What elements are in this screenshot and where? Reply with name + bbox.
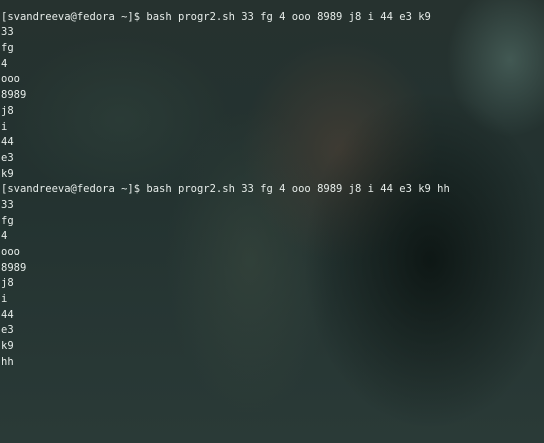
output-line: k9 [1,167,14,180]
output-line: 8989 [1,89,27,102]
output-line: j8 [1,104,14,117]
output-line: 4 [1,230,8,243]
output-line: k9 [1,340,14,353]
output-line: fg [1,214,14,227]
terminal-output[interactable]: [svandreeva@fedora ~]$ bash progr2.sh 33… [0,0,450,371]
output-line: 33 [1,198,14,211]
output-line: fg [1,42,14,55]
output-line: i [1,120,8,133]
output-line: e3 [1,324,14,337]
command-line-2: [svandreeva@fedora ~]$ bash progr2.sh 33… [1,183,450,196]
terminal-window[interactable]: [svandreeva@fedora ~]$ bash progr2.sh 33… [0,0,544,443]
output-line: ooo [1,246,20,258]
command-line-1: [svandreeva@fedora ~]$ bash progr2.sh 33… [1,10,431,23]
output-line: j8 [1,277,14,290]
output-line: hh [1,355,14,368]
output-line: 33 [1,26,14,39]
output-line: ooo [1,73,20,86]
output-line: 44 [1,136,14,149]
output-line: i [1,293,8,306]
output-line: e3 [1,151,14,164]
output-line: 4 [1,57,8,70]
output-line: 8989 [1,261,27,274]
terminal-line-top-partial [1,0,450,10]
output-line: 44 [1,308,14,321]
